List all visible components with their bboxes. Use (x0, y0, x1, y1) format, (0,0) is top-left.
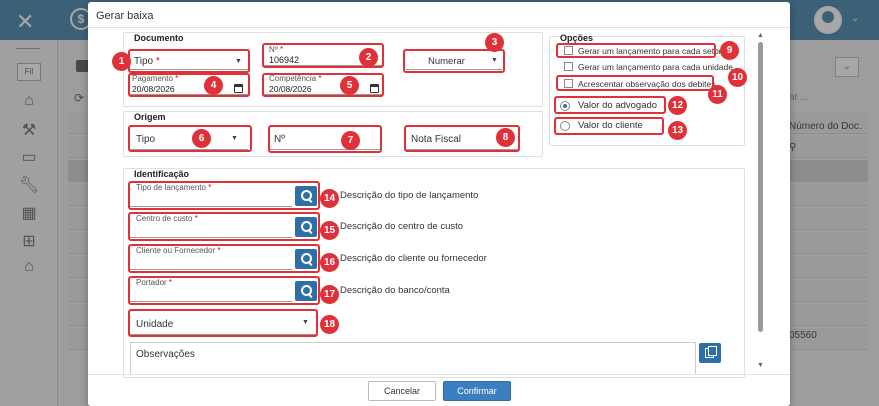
highlight-17 (128, 276, 320, 305)
badge-14: 14 (320, 189, 339, 208)
modal-title: Gerar baixa (88, 2, 790, 28)
badge-10: 10 (728, 68, 747, 87)
highlight-15 (128, 212, 320, 241)
copy-button[interactable] (699, 343, 721, 363)
observacoes-label: Observações (136, 349, 195, 360)
badge-15: 15 (320, 221, 339, 240)
highlight-4 (128, 73, 250, 97)
highlight-11 (556, 75, 714, 91)
modal-footer: Cancelar Confirmar (88, 374, 790, 406)
highlight-16 (128, 244, 320, 273)
scroll-up-icon[interactable]: ▲ (757, 32, 764, 39)
badge-7: 7 (341, 131, 360, 150)
observacoes-textarea[interactable] (130, 342, 696, 374)
badge-2: 2 (359, 48, 378, 67)
unidade-checkbox-label: Gerar um lançamento para cada unidade (578, 62, 733, 72)
badge-18: 18 (320, 315, 339, 334)
badge-13: 13 (668, 121, 687, 140)
highlight-18 (128, 309, 318, 337)
badge-16: 16 (320, 253, 339, 272)
documento-title: Documento (134, 33, 184, 43)
badge-1: 1 (112, 52, 131, 71)
badge-5: 5 (340, 76, 359, 95)
badge-4: 4 (204, 76, 223, 95)
confirm-button[interactable]: Confirmar (443, 381, 511, 401)
badge-8: 8 (496, 128, 515, 147)
gerar-baixa-modal: Gerar baixa Documento Tipo * ▼ 1 Nº * 10… (88, 2, 790, 406)
unidade-checkbox[interactable] (564, 62, 573, 71)
badge-12: 12 (668, 96, 687, 115)
badge-6: 6 (192, 129, 211, 148)
badge-9: 9 (720, 41, 739, 60)
highlight-14 (128, 181, 320, 210)
highlight-7 (268, 125, 382, 153)
highlight-1 (128, 49, 250, 73)
centro-custo-desc: Descrição do centro de custo (340, 221, 464, 232)
identificacao-title: Identificação (134, 169, 190, 179)
opcoes-title: Opções (560, 33, 594, 43)
tipo-lancamento-desc: Descrição do tipo de lançamento (340, 190, 479, 201)
origem-title: Origem (134, 112, 166, 122)
highlight-9 (556, 43, 716, 58)
highlight-13 (554, 117, 664, 135)
badge-3: 3 (485, 33, 504, 52)
highlight-6 (128, 125, 252, 152)
cancel-button[interactable]: Cancelar (368, 381, 436, 401)
portador-desc: Descrição do banco/conta (340, 285, 450, 296)
scroll-down-icon[interactable]: ▼ (757, 362, 764, 369)
badge-17: 17 (320, 285, 339, 304)
badge-11: 11 (708, 85, 727, 104)
highlight-12 (554, 96, 666, 114)
scrollbar-thumb[interactable] (758, 42, 763, 332)
cliente-fornecedor-desc: Descrição do cliente ou fornecedor (340, 253, 487, 264)
highlight-3 (403, 49, 505, 73)
modal-body: Documento Tipo * ▼ 1 Nº * 106942 2 Numer… (88, 28, 790, 378)
highlight-5 (262, 73, 384, 97)
